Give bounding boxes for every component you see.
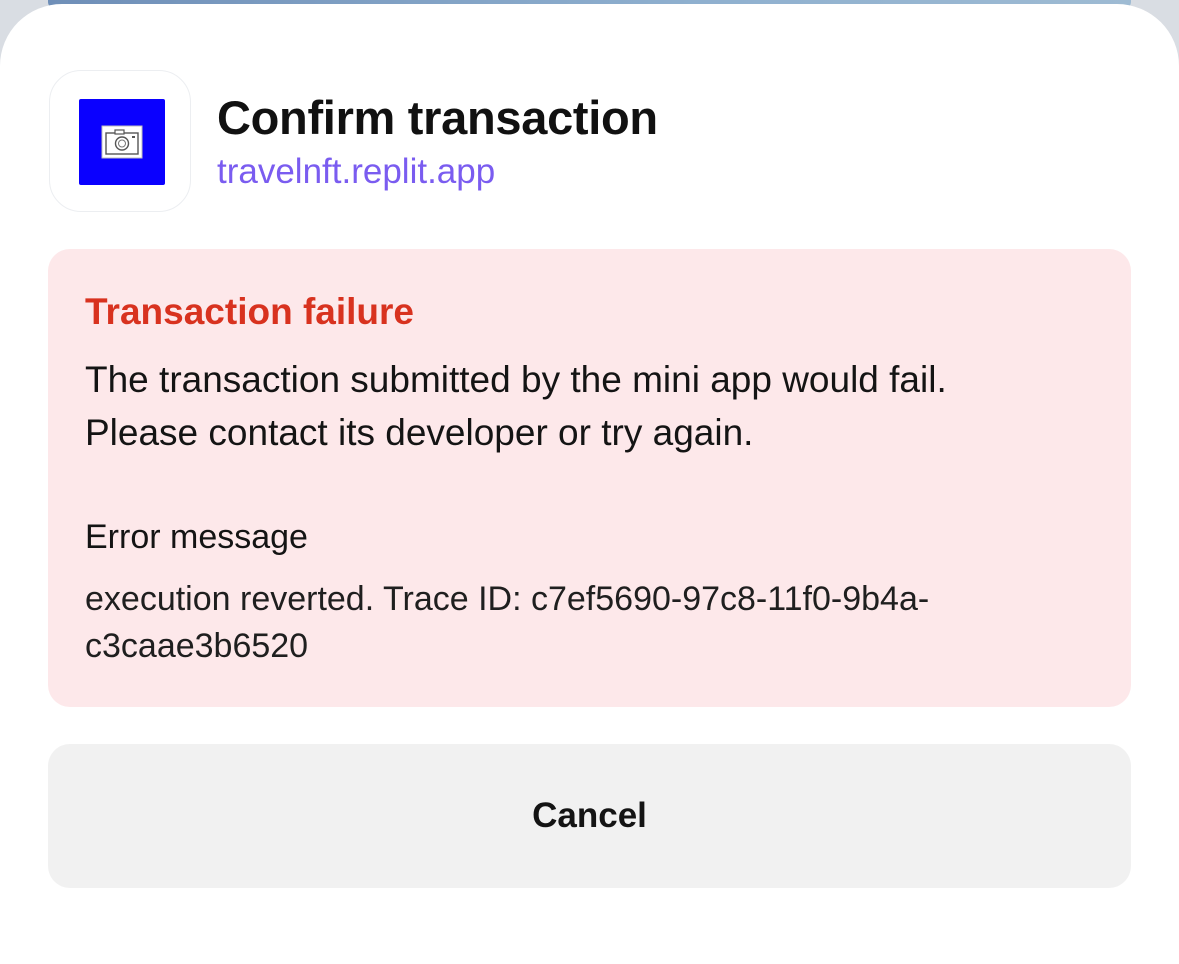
cancel-button[interactable]: Cancel (48, 744, 1131, 888)
app-icon (49, 70, 191, 212)
error-card: Transaction failure The transaction subm… (48, 249, 1131, 707)
error-message-text: execution reverted. Trace ID: c7ef5690-9… (85, 576, 1095, 670)
error-description: The transaction submitted by the mini ap… (85, 353, 1095, 459)
confirm-transaction-sheet: Confirm transaction travelnft.replit.app… (0, 4, 1179, 964)
error-message-label: Error message (85, 518, 308, 556)
error-title: Transaction failure (85, 291, 414, 332)
error-message-line: c3caae3b6520 (85, 627, 309, 665)
page-title: Confirm transaction (217, 91, 658, 144)
camera-icon (101, 125, 143, 159)
error-message-line: execution reverted. Trace ID: c7ef5690-9… (85, 580, 930, 618)
cancel-button-label: Cancel (532, 796, 647, 835)
app-domain-link[interactable]: travelnft.replit.app (217, 152, 495, 192)
error-description-line: Please contact its developer or try agai… (85, 412, 754, 453)
app-icon-image (79, 99, 165, 185)
error-description-line: The transaction submitted by the mini ap… (85, 359, 947, 400)
